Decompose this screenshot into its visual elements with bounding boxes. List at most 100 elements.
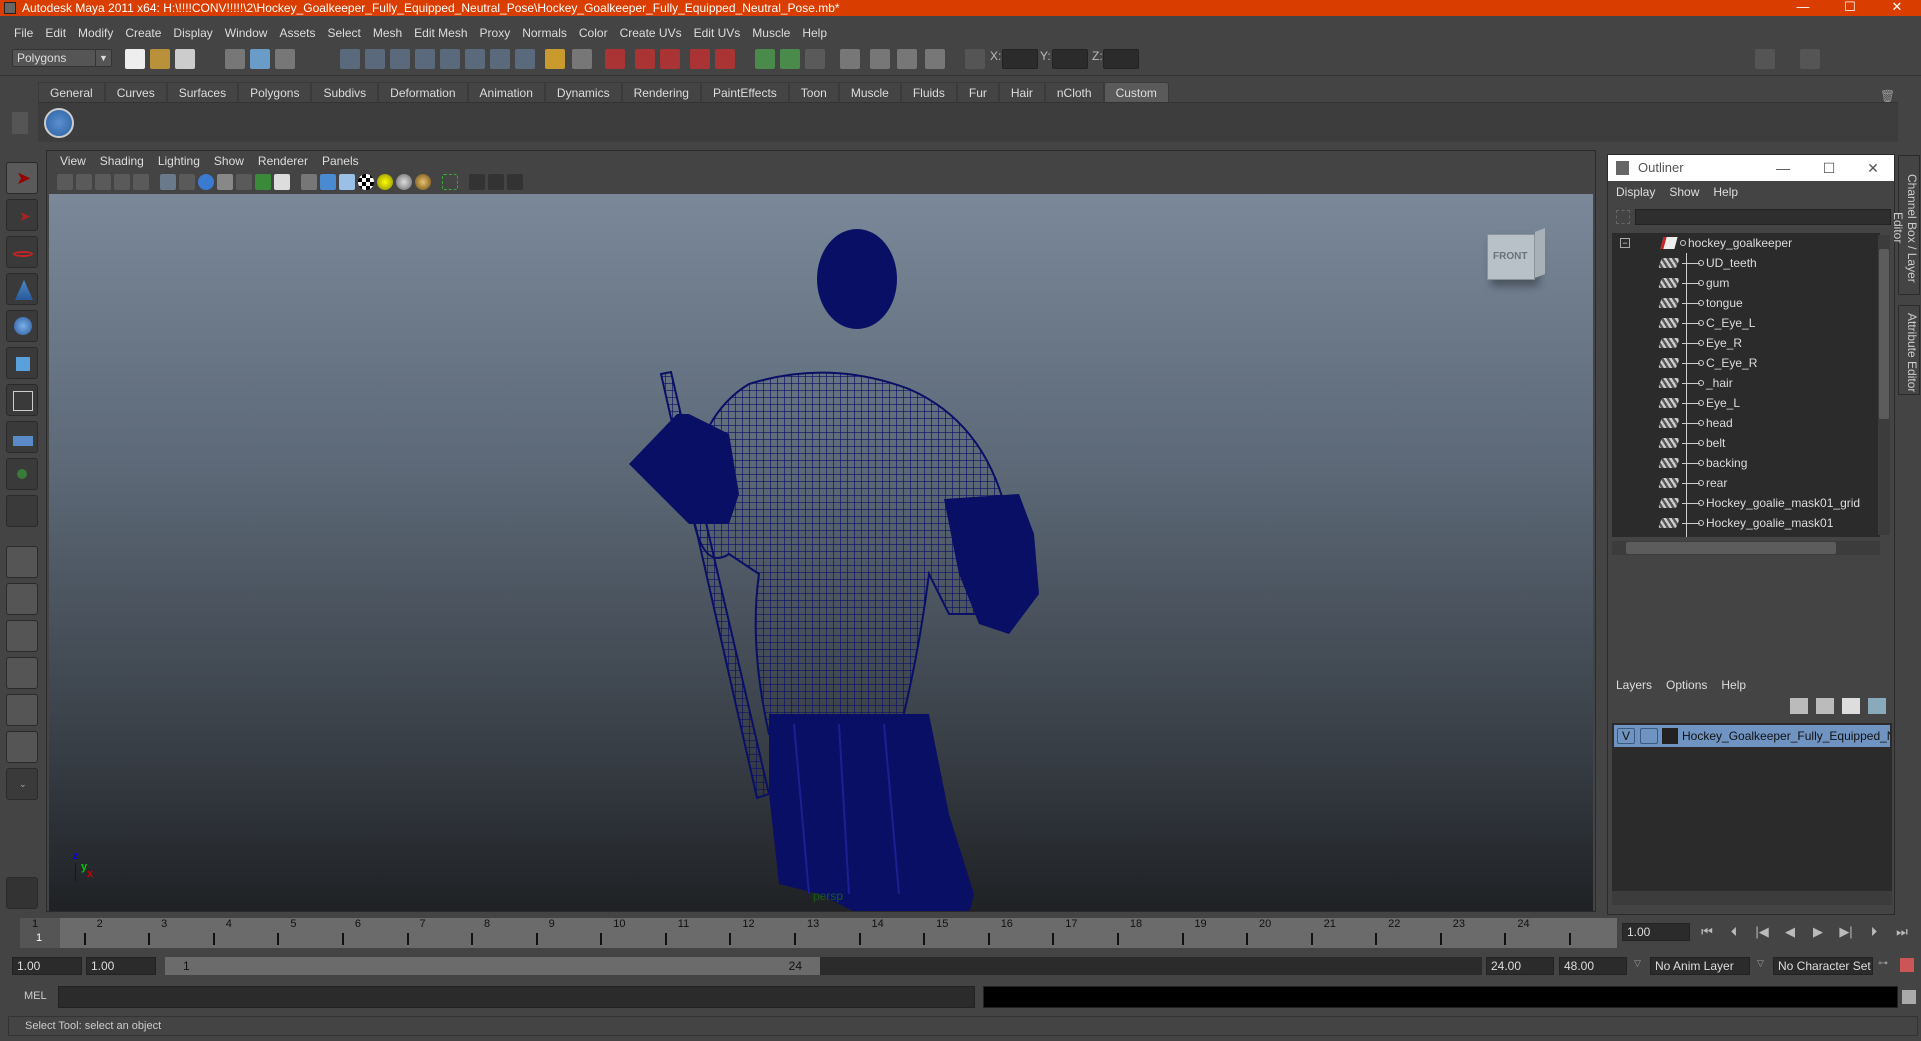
auto-key-icon[interactable]: ⊶ [1878, 958, 1888, 969]
play-backward-icon[interactable]: ◀ [1780, 922, 1800, 942]
shelf-tab-painteffects[interactable]: PaintEffects [700, 82, 789, 102]
tree-root-row[interactable]: − hockey_goalkeeper [1612, 233, 1880, 253]
menu-file[interactable]: File [8, 23, 39, 43]
shelf-menu-icon[interactable] [12, 112, 28, 134]
persp-outliner-layout-icon[interactable] [6, 620, 38, 652]
attribute-editor-tab[interactable]: Attribute Editor [1898, 305, 1920, 395]
command-input[interactable] [58, 986, 975, 1008]
snap-particles-icon[interactable] [465, 49, 485, 69]
command-language-label[interactable]: MEL [24, 990, 47, 1002]
film-gate-icon[interactable] [179, 174, 195, 190]
select-hierarchy-icon[interactable] [225, 49, 245, 69]
magnet-4-icon[interactable] [690, 49, 710, 69]
minimize-button[interactable]: — [1783, 0, 1823, 16]
move-tool-icon[interactable] [6, 273, 38, 305]
menu-muscle[interactable]: Muscle [746, 23, 796, 43]
step-forward-frame-icon[interactable]: ▶| [1836, 922, 1856, 942]
outliner-item[interactable]: C_Eye_L [1612, 313, 1880, 333]
menu-edit[interactable]: Edit [39, 23, 72, 43]
image-plane-icon[interactable] [114, 174, 130, 190]
select-object-icon[interactable] [250, 49, 270, 69]
layer-visibility-toggle[interactable]: V [1617, 728, 1635, 744]
high-quality-icon[interactable] [415, 174, 431, 190]
magnet-5-icon[interactable] [715, 49, 735, 69]
view-cube-right[interactable] [1535, 228, 1545, 278]
maximize-button[interactable]: ☐ [1830, 0, 1870, 16]
menu-color[interactable]: Color [573, 23, 614, 43]
persp-graph-hypergraph-layout-icon[interactable] [6, 731, 38, 763]
shelf-tab-general[interactable]: General [38, 82, 105, 102]
smooth-shade-icon[interactable] [320, 174, 336, 190]
2d-pan-zoom-icon[interactable] [133, 174, 149, 190]
menu-window[interactable]: Window [219, 23, 274, 43]
layers-menu-help[interactable]: Help [1721, 675, 1746, 695]
outliner-item[interactable]: C_Eye_R [1612, 353, 1880, 373]
playback-end-field[interactable]: 24.00 [1486, 957, 1554, 975]
playback-start-field[interactable]: 1.00 [86, 957, 156, 975]
camera-attributes-icon[interactable] [76, 174, 92, 190]
lasso-tool-icon[interactable]: ➤ [6, 199, 38, 231]
menuset-dropdown[interactable]: Polygons ▼ [12, 49, 112, 67]
magnet-2-icon[interactable] [635, 49, 655, 69]
go-to-start-icon[interactable]: ⏮ [1697, 922, 1717, 942]
resolution-gate-icon[interactable] [198, 174, 214, 190]
xray-active-icon[interactable] [488, 174, 504, 190]
shelf-tab-polygons[interactable]: Polygons [238, 82, 312, 102]
view-cube[interactable]: FRONT [1483, 224, 1545, 284]
layers-menu-options[interactable]: Options [1666, 675, 1707, 695]
outliner-vertical-scrollbar[interactable] [1878, 235, 1890, 535]
outliner-item[interactable]: UD_teeth [1612, 253, 1880, 273]
persp-graph-layout-icon[interactable] [6, 657, 38, 689]
shelf-tab-deformation[interactable]: Deformation [378, 82, 468, 102]
viewport-menu-view[interactable]: View [53, 151, 93, 171]
z-field[interactable] [1103, 49, 1139, 69]
animation-preferences-icon[interactable] [1900, 958, 1914, 972]
lock-icon[interactable] [545, 49, 565, 69]
channel-box-tab[interactable]: Channel Box / Layer Editor [1891, 155, 1920, 295]
lights-icon[interactable] [377, 174, 393, 190]
shelf-tab-fur[interactable]: Fur [956, 82, 999, 102]
y-field[interactable] [1052, 49, 1088, 69]
character-set-dropdown[interactable]: No Character Set [1773, 957, 1873, 975]
snap-plane-icon[interactable] [415, 49, 435, 69]
safe-title-icon[interactable] [274, 174, 290, 190]
four-view-layout-icon[interactable] [6, 583, 38, 615]
filter-icon[interactable] [1616, 210, 1630, 224]
render-view-icon[interactable] [840, 49, 860, 69]
snap-dynamics-icon[interactable] [490, 49, 510, 69]
shelf-tab-dynamics[interactable]: Dynamics [544, 82, 622, 102]
select-tool-icon[interactable]: ➤ [6, 162, 38, 194]
select-lasso-icon[interactable] [572, 49, 592, 69]
attribute-editor-toggle-icon[interactable] [1755, 49, 1775, 69]
checkmark-shelf-icon[interactable] [44, 108, 74, 138]
paint-select-tool-icon[interactable] [6, 236, 38, 268]
transform-field-icon[interactable] [965, 49, 985, 69]
collapse-icon[interactable]: − [1620, 238, 1630, 248]
manipulator-tool-icon[interactable] [6, 384, 38, 416]
outliner-item[interactable]: _hair [1612, 373, 1880, 393]
outliner-maximize-button[interactable]: ☐ [1814, 155, 1844, 181]
snap-grid-icon[interactable] [340, 49, 360, 69]
step-back-key-icon[interactable]: ⏴ [1724, 922, 1744, 942]
viewport-menu-shading[interactable]: Shading [93, 151, 151, 171]
viewport-menu-renderer[interactable]: Renderer [251, 151, 315, 171]
anim-layer-dropdown[interactable]: No Anim Layer [1650, 957, 1750, 975]
playback-range-slider[interactable]: 1 24 [165, 957, 820, 975]
camera-select-icon[interactable] [57, 174, 73, 190]
animation-end-field[interactable]: 48.00 [1559, 957, 1627, 975]
outliner-item[interactable]: Eye_L [1612, 393, 1880, 413]
layer-display-type-toggle[interactable] [1640, 728, 1658, 744]
menu-mesh[interactable]: Mesh [367, 23, 408, 43]
view-cube-front[interactable]: FRONT [1487, 234, 1535, 280]
shelf-tab-surfaces[interactable]: Surfaces [166, 82, 239, 102]
shelf-tab-ncloth[interactable]: nCloth [1044, 82, 1104, 102]
outliner-close-button[interactable]: ✕ [1858, 155, 1888, 181]
construction-history-icon[interactable] [805, 49, 825, 69]
layers-horizontal-scrollbar[interactable] [1612, 891, 1892, 905]
shelf-tab-muscle[interactable]: Muscle [838, 82, 901, 102]
move-layer-up-icon[interactable] [1790, 698, 1808, 714]
menu-create-uvs[interactable]: Create UVs [614, 23, 688, 43]
anim-layer-dropdown-arrow[interactable]: ▽ [1634, 958, 1641, 969]
render-icon[interactable] [870, 49, 890, 69]
outliner-menu-help[interactable]: Help [1713, 181, 1746, 203]
